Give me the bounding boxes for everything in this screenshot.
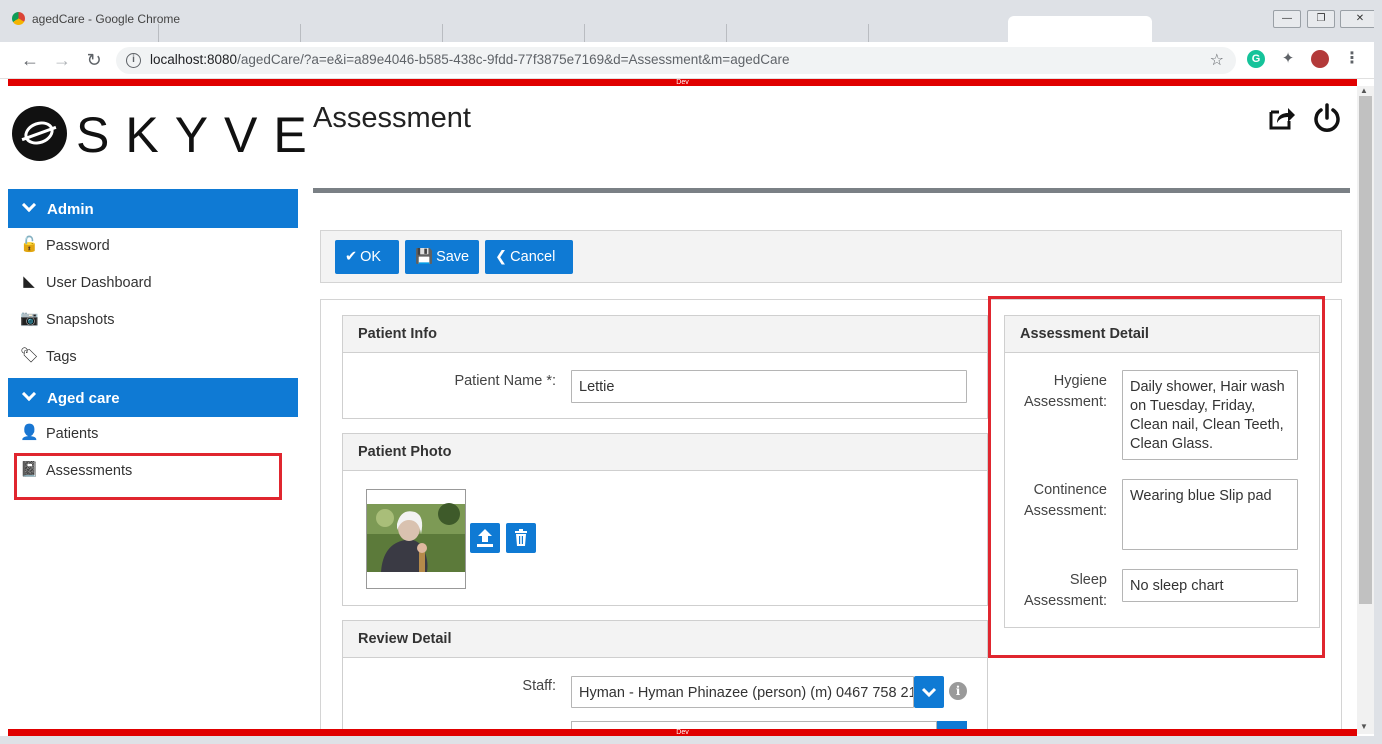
patient-photo — [366, 489, 466, 589]
skyve-logo-text: SKYVE — [76, 107, 323, 163]
frame-left — [0, 79, 8, 744]
frame-right — [1374, 0, 1382, 744]
scrollbar-thumb[interactable] — [1359, 96, 1372, 604]
panel-heading: Review Detail — [343, 621, 987, 658]
scroll-up-arrow-icon[interactable]: ▲ — [1360, 86, 1368, 95]
frame-bottom — [0, 736, 1382, 744]
menu-group-admin[interactable]: Admin — [8, 189, 298, 228]
tab-divider — [300, 24, 301, 42]
chevron-down-icon — [21, 386, 37, 402]
url-path: /agedCare/?a=e&i=a89e4046-b585-438c-9fdd… — [237, 52, 790, 67]
restore-button[interactable]: ❐ — [1307, 10, 1335, 28]
power-icon[interactable] — [1312, 103, 1342, 133]
patient-name-label: Patient Name *: — [454, 373, 556, 389]
address-bar[interactable]: i localhost:8080/agedCare/?a=e&i=a89e404… — [116, 47, 1236, 74]
browser-toolbar: ← → ↻ i localhost:8080/agedCare/?a=e&i=a… — [0, 42, 1382, 79]
sidebar-item-label: Password — [46, 238, 110, 254]
grammarly-extension-icon[interactable]: G — [1247, 50, 1265, 68]
upload-icon — [477, 529, 493, 547]
chevron-down-icon — [921, 687, 937, 698]
sidebar-item-label: Patients — [46, 426, 99, 442]
sidebar-item-tags[interactable]: 🏷 Tags — [20, 343, 290, 373]
share-icon[interactable] — [1267, 103, 1297, 133]
action-toolbar: ✔ OK 💾 Save ❮ Cancel — [320, 230, 1342, 283]
forward-icon[interactable]: → — [51, 50, 73, 72]
chrome-icon — [12, 12, 25, 25]
delete-photo-button[interactable] — [506, 523, 536, 553]
tab-divider — [868, 24, 869, 42]
user-icon: 👤 — [20, 424, 39, 441]
sidebar-item-label: Tags — [46, 349, 77, 365]
tab-divider — [584, 24, 585, 42]
scroll-down-arrow-icon[interactable]: ▼ — [1360, 722, 1368, 731]
sidebar-item-password[interactable]: 🔓 Password — [20, 232, 290, 262]
staff-field[interactable]: Hyman - Hyman Phinazee (person) (m) 0467… — [571, 676, 914, 708]
panel-heading: Patient Photo — [343, 434, 987, 471]
chevron-down-icon — [21, 197, 37, 213]
extensions-puzzle-icon[interactable]: ✦ — [1279, 50, 1297, 68]
check-icon: ✔ — [345, 249, 358, 265]
save-button[interactable]: 💾 Save — [405, 240, 479, 274]
patient-name-field[interactable]: Lettie — [571, 370, 967, 403]
tab-divider — [726, 24, 727, 42]
save-button-label: Save — [436, 249, 470, 265]
floppy-disk-icon: 💾 — [415, 249, 434, 265]
highlight-box-assessments — [14, 453, 282, 500]
tag-icon: 🏷 — [20, 347, 40, 364]
env-banner-bottom: Dev — [8, 729, 1357, 736]
env-banner-top: Dev — [8, 79, 1357, 86]
menu-group-label: Aged care — [47, 390, 120, 407]
upload-photo-button[interactable] — [470, 523, 500, 553]
camera-icon: 📷 — [20, 310, 39, 327]
profile-avatar[interactable] — [1311, 50, 1329, 68]
url-text[interactable]: localhost:8080/agedCare/?a=e&i=a89e4046-… — [150, 52, 789, 67]
page-title: Assessment — [313, 102, 471, 134]
menu-group-label: Admin — [47, 201, 94, 218]
site-info-icon[interactable]: i — [126, 53, 141, 68]
highlight-box-assessment-detail — [988, 296, 1325, 658]
active-tab[interactable] — [1008, 16, 1152, 42]
info-icon[interactable]: i — [949, 682, 967, 700]
back-icon[interactable]: ← — [19, 50, 41, 72]
skyve-logo-mark — [12, 106, 67, 161]
browser-menu-icon[interactable]: ⋮ — [1343, 50, 1361, 68]
unlock-icon: 🔓 — [20, 236, 39, 253]
title-divider — [313, 188, 1350, 193]
sidebar-item-patients[interactable]: 👤 Patients — [20, 420, 290, 450]
tab-divider — [158, 24, 159, 42]
staff-dropdown-button[interactable] — [914, 676, 944, 708]
sidebar-item-user-dashboard[interactable]: ◣ User Dashboard — [20, 269, 290, 299]
reload-icon[interactable]: ↻ — [83, 50, 105, 72]
minimize-button[interactable]: — — [1273, 10, 1301, 28]
cancel-button-label: Cancel — [510, 249, 556, 265]
url-host: localhost:8080 — [150, 52, 238, 67]
tab-divider — [442, 24, 443, 42]
browser-titlebar: agedCare - Google Chrome — ❐ ✕ — [0, 0, 1382, 42]
cancel-button[interactable]: ❮ Cancel — [485, 240, 573, 274]
sidebar-item-label: Snapshots — [46, 312, 115, 328]
panel-heading: Patient Info — [343, 316, 987, 353]
sidebar-item-label: User Dashboard — [46, 275, 152, 291]
chevron-left-icon: ❮ — [495, 249, 508, 265]
ok-button-label: OK — [360, 249, 382, 265]
area-chart-icon: ◣ — [23, 273, 35, 290]
menu-group-aged-care[interactable]: Aged care — [8, 378, 298, 417]
ok-button[interactable]: ✔ OK — [335, 240, 399, 274]
bookmark-star-icon[interactable]: ☆ — [1210, 50, 1224, 70]
sidebar-item-snapshots[interactable]: 📷 Snapshots — [20, 306, 290, 336]
staff-label: Staff: — [522, 678, 556, 694]
trash-icon — [515, 529, 527, 546]
patient-info-panel: Patient Info — [342, 315, 988, 419]
